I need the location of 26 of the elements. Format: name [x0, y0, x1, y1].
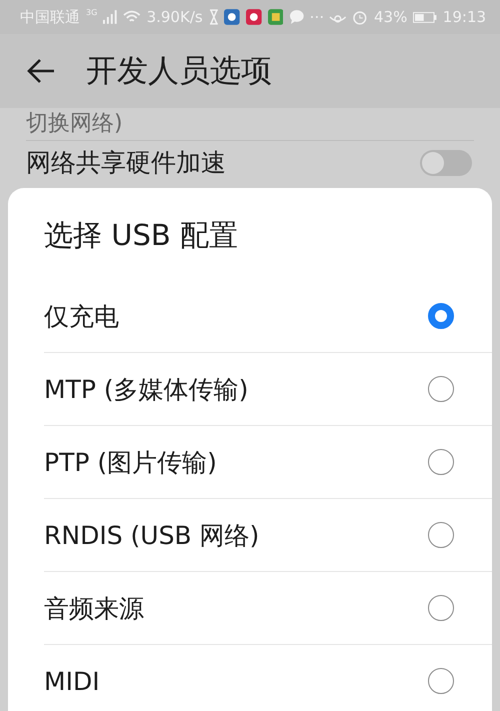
back-icon[interactable]: [26, 58, 56, 84]
radio-button[interactable]: [428, 376, 454, 402]
option-label[interactable]: RNDIS (USB 网络): [44, 518, 260, 552]
radio-button[interactable]: [428, 668, 454, 694]
option-label[interactable]: MIDI: [44, 666, 100, 696]
option-label[interactable]: 音频来源: [44, 592, 144, 624]
app-icon: [268, 9, 284, 25]
radio-button[interactable]: [428, 303, 454, 329]
page-title: 开发人员选项: [86, 52, 272, 91]
signal-icon: [103, 9, 117, 25]
option-label[interactable]: PTP (图片传输): [44, 446, 217, 478]
chat-icon: [289, 9, 306, 25]
app-icon: [246, 9, 262, 25]
setting-label: 网络共享硬件加速: [26, 149, 226, 177]
option-label[interactable]: MTP (多媒体传输): [44, 372, 248, 406]
radio-button[interactable]: [428, 449, 454, 475]
alarm-icon: [352, 9, 368, 25]
toggle-switch[interactable]: [420, 150, 472, 176]
setting-summary: 切换网络): [26, 112, 123, 136]
option-label[interactable]: 仅充电: [44, 300, 119, 332]
app-icon: [224, 9, 240, 25]
dialog-title: 选择 USB 配置: [44, 217, 239, 254]
battery-icon: [413, 9, 437, 25]
radio-button[interactable]: [428, 522, 454, 548]
radio-button[interactable]: [428, 595, 454, 621]
hourglass-icon: [208, 9, 218, 25]
